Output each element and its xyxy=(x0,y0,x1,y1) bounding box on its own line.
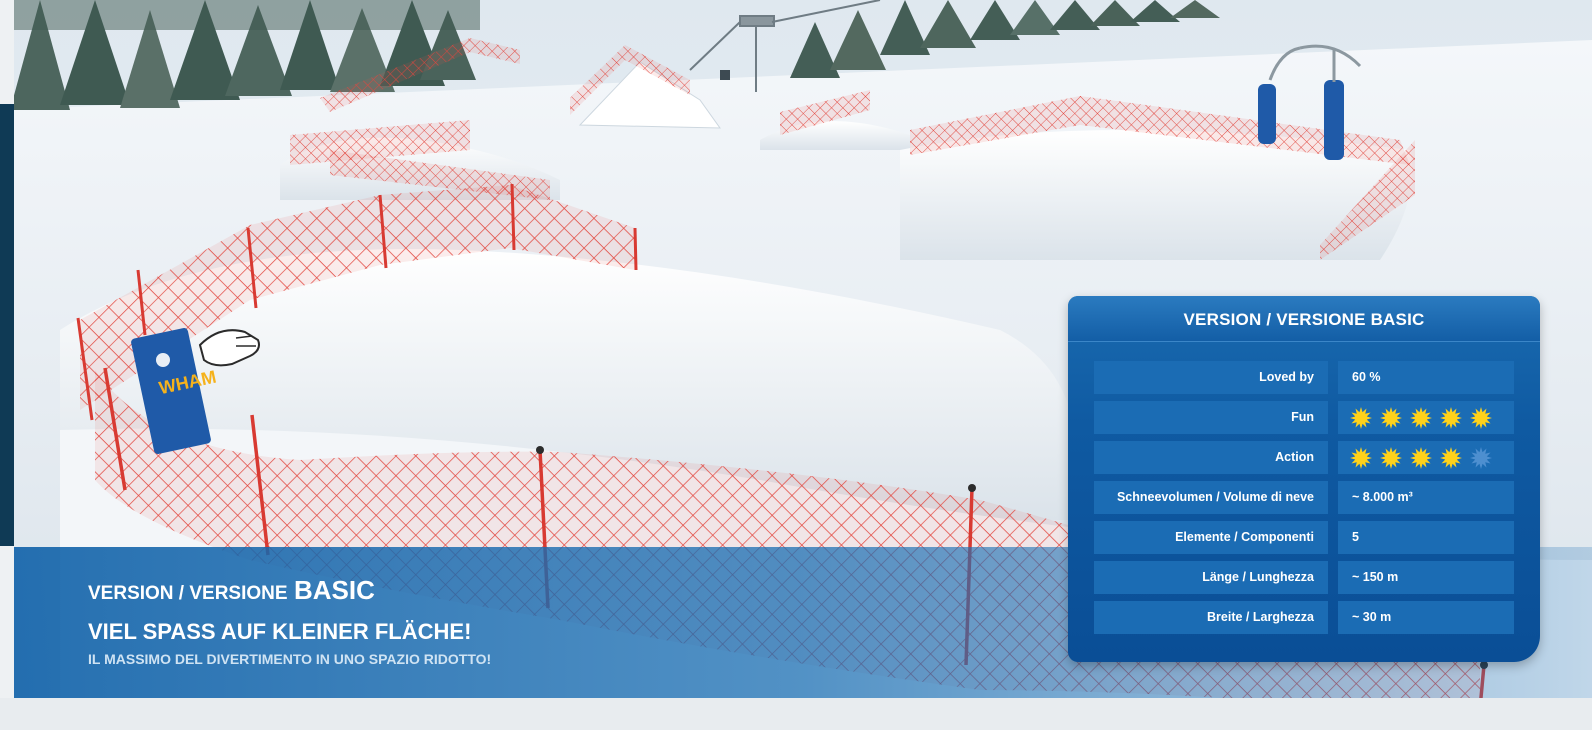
row-label: Loved by xyxy=(1094,361,1328,394)
rating-stars xyxy=(1350,407,1500,429)
sun-star-icon xyxy=(1470,447,1492,469)
row-value: ~ 8.000 m³ xyxy=(1338,481,1514,514)
sun-star-icon xyxy=(1410,447,1432,469)
sun-star-icon xyxy=(1350,447,1372,469)
row-value: ~ 30 m xyxy=(1338,601,1514,634)
row-loved-by: Loved by 60 % xyxy=(1094,361,1514,394)
caption-version: VERSION / VERSIONE BASIC xyxy=(88,575,375,606)
row-label: Länge / Lunghezza xyxy=(1094,561,1328,594)
sun-star-icon xyxy=(1350,407,1372,429)
sun-star-icon xyxy=(1470,407,1492,429)
sun-star-icon xyxy=(1380,407,1402,429)
row-value: 60 % xyxy=(1338,361,1514,394)
row-label: Elemente / Componenti xyxy=(1094,521,1328,554)
bottom-strip xyxy=(0,698,1592,730)
info-panel: VERSION / VERSIONE BASIC Loved by 60 % F… xyxy=(1068,296,1540,662)
caption-prefix: VERSION / VERSIONE xyxy=(88,583,288,604)
sun-star-icon xyxy=(1380,447,1402,469)
rating-cell xyxy=(1338,401,1514,434)
left-edge-band xyxy=(0,0,14,730)
rating-stars xyxy=(1350,447,1500,469)
row-label: Schneevolumen / Volume di neve xyxy=(1094,481,1328,514)
row-snow-volume: Schneevolumen / Volume di neve ~ 8.000 m… xyxy=(1094,481,1514,514)
row-label: Breite / Larghezza xyxy=(1094,601,1328,634)
row-length: Länge / Lunghezza ~ 150 m xyxy=(1094,561,1514,594)
row-value: 5 xyxy=(1338,521,1514,554)
row-fun: Fun xyxy=(1094,401,1514,434)
row-label: Action xyxy=(1094,441,1328,474)
panel-title: VERSION / VERSIONE BASIC xyxy=(1183,310,1425,329)
row-label: Fun xyxy=(1094,401,1328,434)
panel-header: VERSION / VERSIONE BASIC xyxy=(1068,296,1540,342)
sun-star-icon xyxy=(1440,407,1462,429)
caption-subline: IL MASSIMO DEL DIVERTIMENTO IN UNO SPAZI… xyxy=(88,651,492,667)
row-width: Breite / Larghezza ~ 30 m xyxy=(1094,601,1514,634)
sun-star-icon xyxy=(1410,407,1432,429)
sun-star-icon xyxy=(1440,447,1462,469)
row-value: ~ 150 m xyxy=(1338,561,1514,594)
caption-headline: VIEL SPASS AUF KLEINER FLÄCHE! xyxy=(88,619,472,644)
row-elements: Elemente / Componenti 5 xyxy=(1094,521,1514,554)
row-action: Action xyxy=(1094,441,1514,474)
rating-cell xyxy=(1338,441,1514,474)
caption-version-name: BASIC xyxy=(294,575,375,605)
